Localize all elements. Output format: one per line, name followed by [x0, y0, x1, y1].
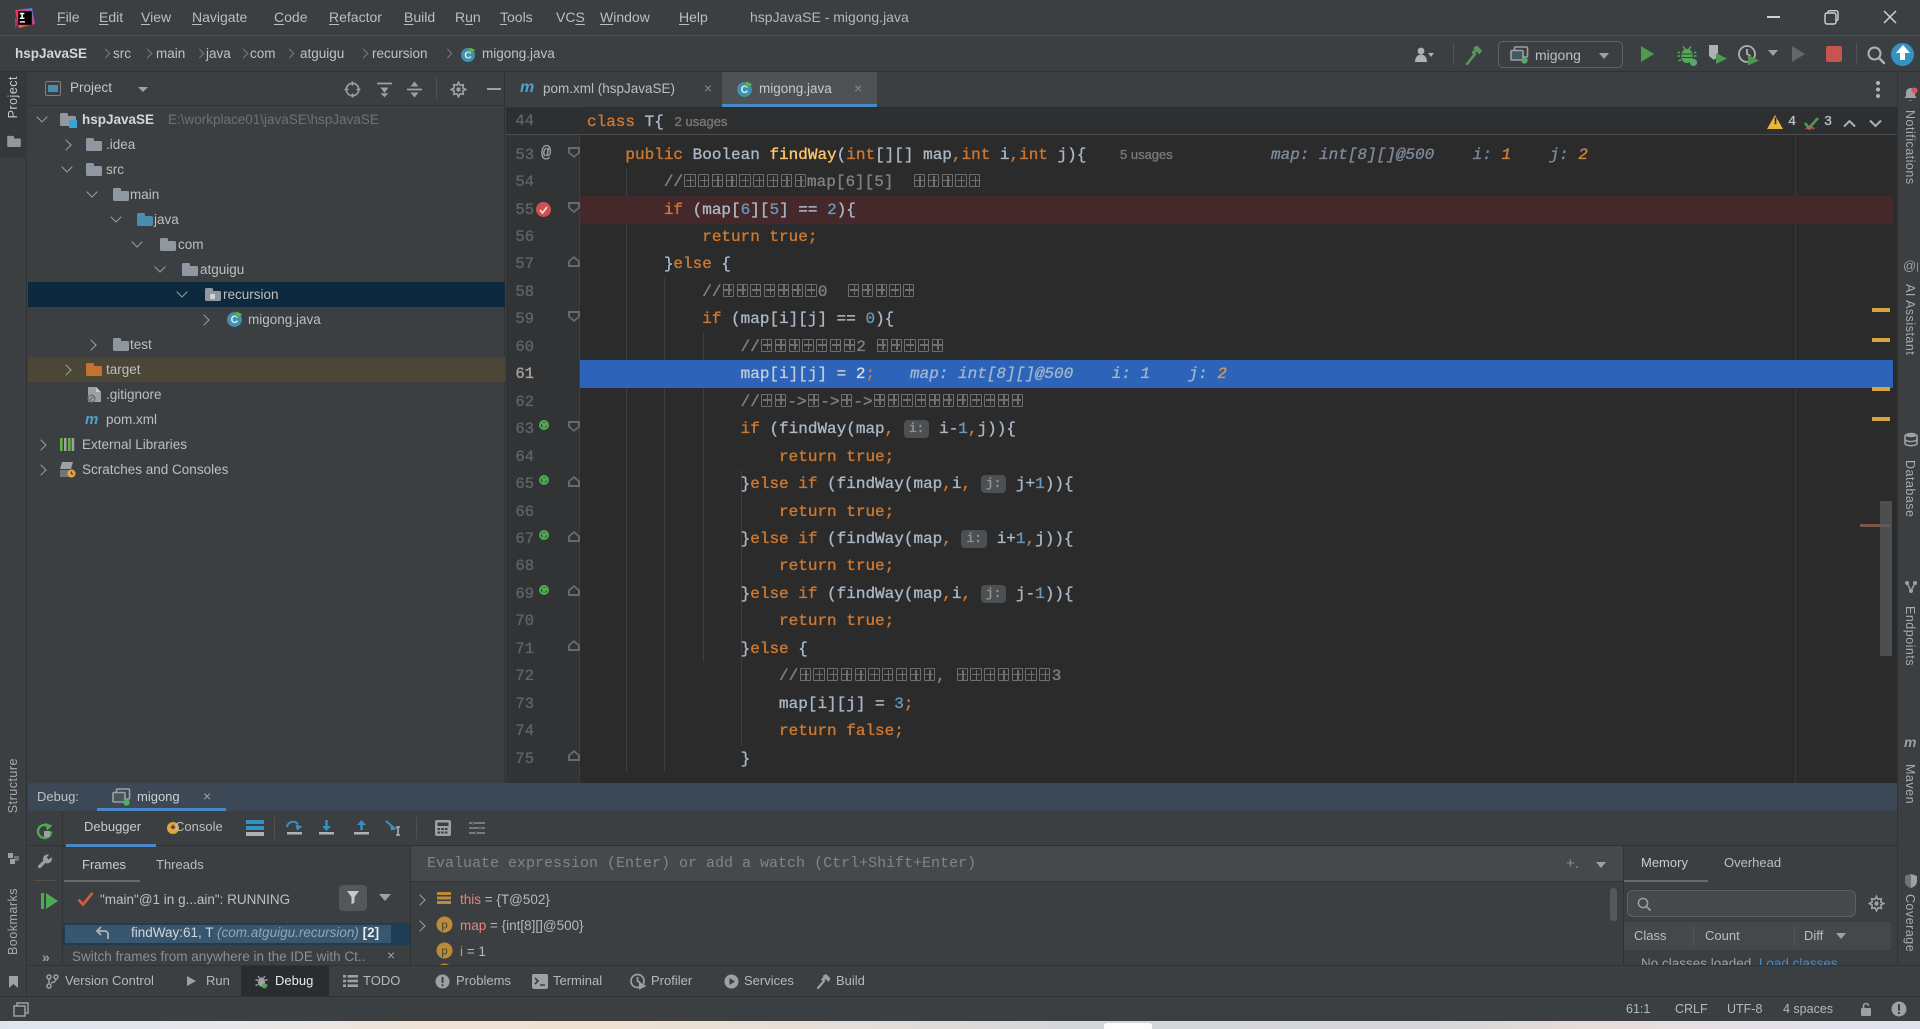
svg-text:p: p — [441, 946, 447, 958]
svg-text:p: p — [441, 920, 447, 932]
